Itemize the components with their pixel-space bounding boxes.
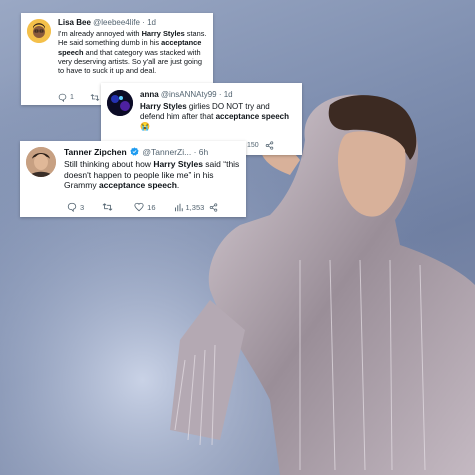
views-button[interactable]: 150 <box>247 142 259 149</box>
avatar[interactable] <box>27 19 51 43</box>
views-count: 150 <box>247 142 259 149</box>
verified-icon <box>130 147 139 156</box>
reply-button[interactable]: 3 <box>67 202 84 212</box>
profile-photo-icon <box>26 147 56 177</box>
like-icon <box>134 202 144 212</box>
tweet-text: I'm already annoyed with Harry Styles st… <box>58 29 210 75</box>
tweet-time[interactable]: · 6h <box>194 147 209 157</box>
text-segment: . <box>176 180 180 191</box>
text-highlight: Harry Styles <box>141 29 185 38</box>
reply-icon <box>67 202 77 212</box>
display-name[interactable]: Tanner Zipchen <box>64 147 127 157</box>
avatar[interactable] <box>26 147 56 177</box>
text-highlight: acceptance speech <box>215 112 289 121</box>
tweet-header: anna @insANNAty99 · 1d <box>140 90 233 99</box>
tweet-card-tanner-zipchen[interactable]: Tanner Zipchen @TannerZi... · 6h Still t… <box>20 141 246 217</box>
crying-emoji: 😭 <box>140 122 150 131</box>
tweet-header: Lisa Bee @leebee4life · 1d <box>58 18 156 27</box>
memoji-avatar-icon <box>27 19 51 43</box>
tweet-actions: 3 16 1,353 <box>67 202 218 212</box>
text-segment: Still thinking about how <box>64 159 154 169</box>
reply-button[interactable]: 1 <box>58 93 74 102</box>
tweet-actions: 1 4 <box>58 93 107 102</box>
tweet-header: Tanner Zipchen @TannerZi... · 6h <box>64 147 208 157</box>
tweet-time[interactable]: · 1d <box>142 18 156 27</box>
tweet-actions: 150 <box>247 141 274 150</box>
user-handle[interactable]: @insANNAty99 <box>161 90 217 99</box>
text-highlight: Harry Styles <box>153 159 203 169</box>
display-name[interactable]: Lisa Bee <box>58 18 91 27</box>
concert-avatar-icon <box>107 90 133 116</box>
avatar[interactable] <box>107 90 133 116</box>
retweet-icon <box>102 203 113 211</box>
reply-icon <box>58 93 67 102</box>
tweet-text: Harry Styles girlies DO NOT try and defe… <box>140 102 290 132</box>
tweet-time[interactable]: · 1d <box>219 90 233 99</box>
share-button[interactable] <box>265 141 274 150</box>
reply-count: 1 <box>70 94 74 101</box>
user-handle[interactable]: @leebee4life <box>93 18 140 27</box>
reply-count: 3 <box>80 202 85 212</box>
tweet-text: Still thinking about how Harry Styles sa… <box>64 159 242 191</box>
display-name[interactable]: anna <box>140 90 159 99</box>
like-count: 16 <box>147 202 156 212</box>
views-icon <box>174 203 183 211</box>
share-icon <box>210 202 218 212</box>
user-handle[interactable]: @TannerZi... <box>142 147 191 157</box>
text-highlight: Harry Styles <box>140 102 187 111</box>
retweet-button[interactable] <box>102 202 116 212</box>
text-segment: I'm already annoyed with <box>58 29 142 38</box>
like-button[interactable]: 16 <box>134 202 156 212</box>
views-button[interactable]: 1,353 <box>174 203 219 212</box>
retweet-icon <box>90 94 100 101</box>
share-icon <box>265 141 273 150</box>
text-highlight: acceptance speech <box>98 180 177 191</box>
views-count: 1,353 <box>185 202 205 212</box>
